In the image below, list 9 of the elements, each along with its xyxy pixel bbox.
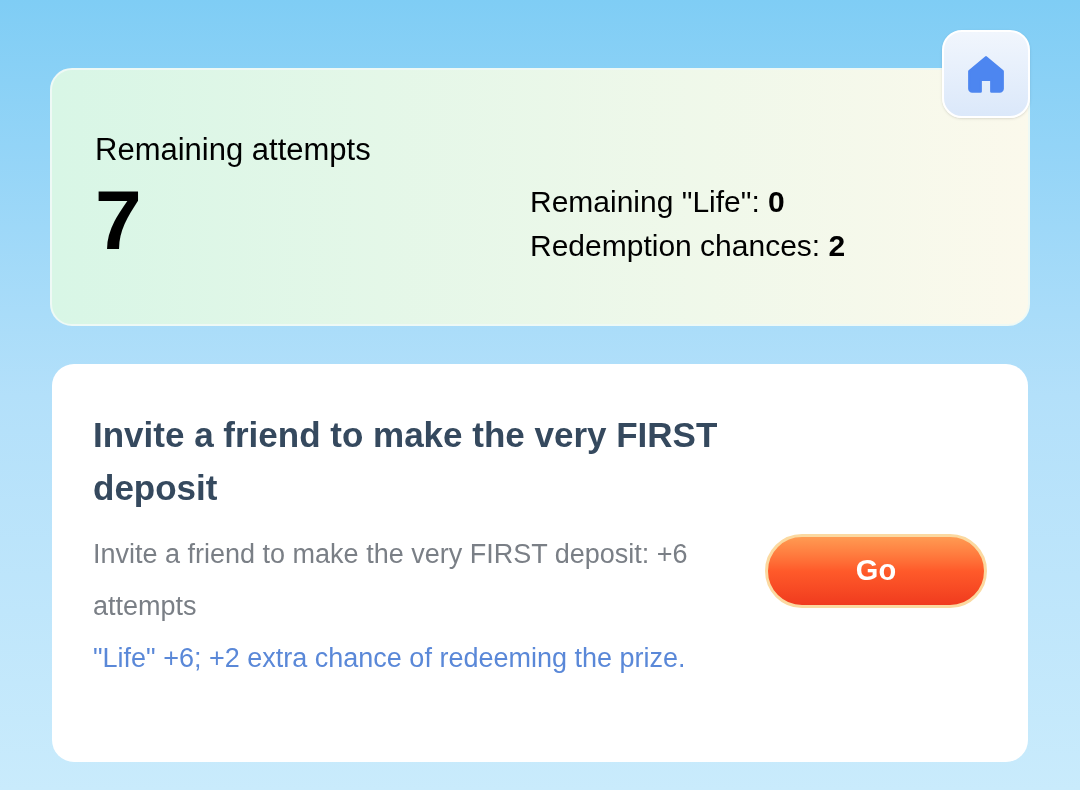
task-title: Invite a friend to make the very FIRST deposit bbox=[93, 414, 719, 509]
go-button[interactable]: Go bbox=[765, 534, 987, 608]
attempts-count: 7 bbox=[95, 172, 143, 268]
stat-text: Remaining "Life": 0 bbox=[530, 184, 786, 220]
bonus-text: "Life" +6; +2 extra chance of redeeming the prize. bbox=[93, 642, 687, 675]
stat-text: Redemption chances: 2 bbox=[530, 228, 846, 264]
task-description: Invite a friend to make the very FIRST deposit: +6 attempts bbox=[93, 538, 689, 623]
home-button[interactable] bbox=[942, 30, 1030, 118]
attempts-label: Remaining attempts bbox=[95, 131, 372, 169]
